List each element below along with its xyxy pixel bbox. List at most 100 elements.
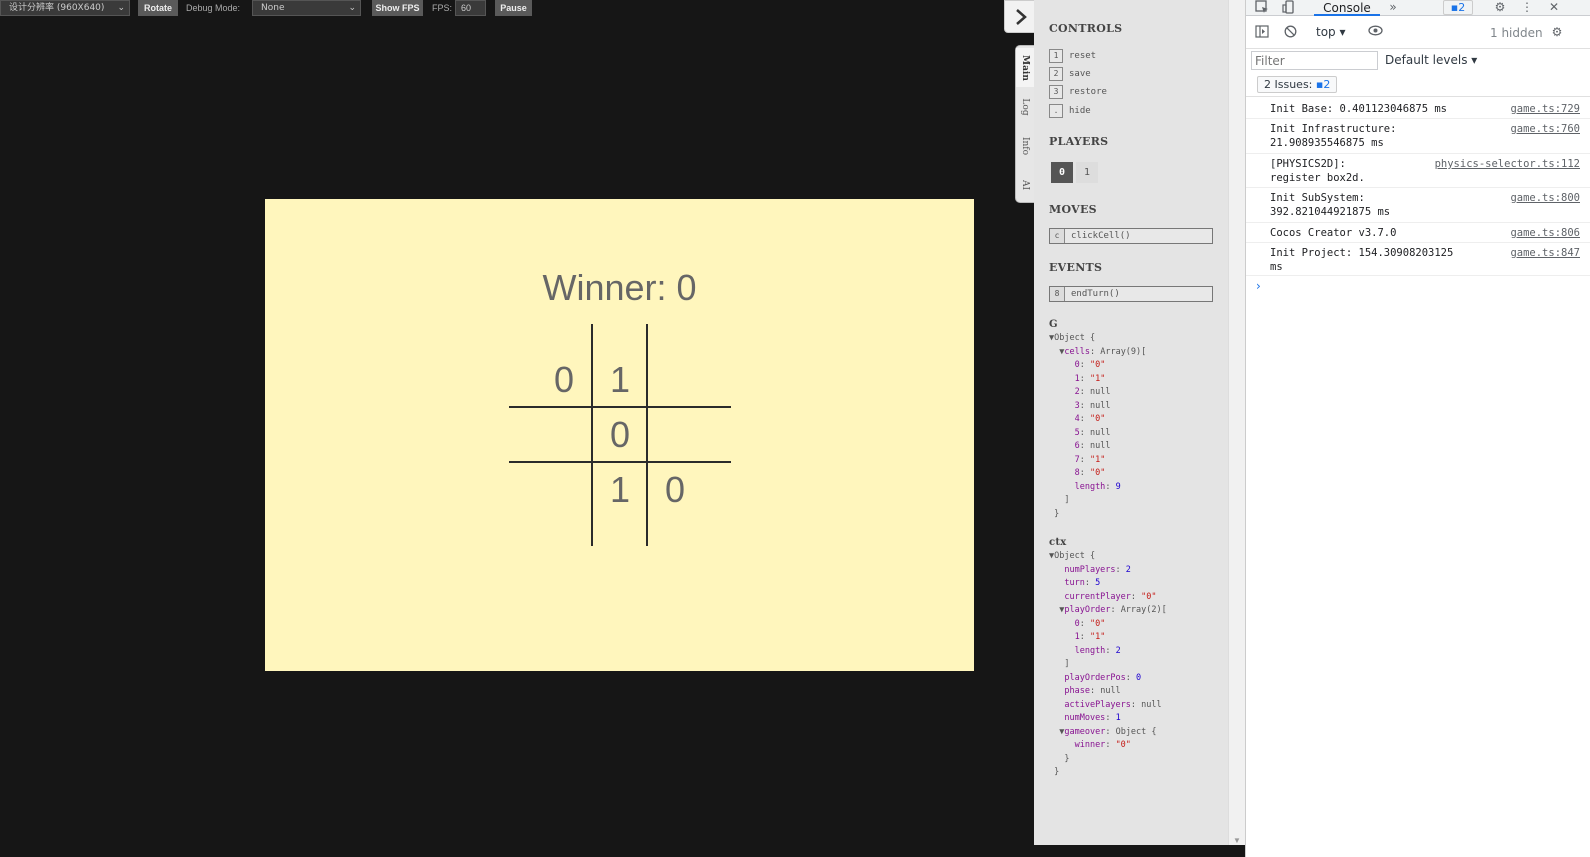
fps-label: FPS: bbox=[432, 3, 453, 13]
move-click-cell[interactable]: c clickCell() bbox=[1049, 228, 1213, 244]
key-badge: c bbox=[1050, 229, 1065, 243]
inspect-element-icon[interactable] bbox=[1251, 0, 1273, 16]
board-cell[interactable]: 1 bbox=[592, 352, 648, 408]
console-log-row: [PHYSICS2D]: register box2d. physics-sel… bbox=[1246, 154, 1590, 188]
game-canvas[interactable]: Winner: 0 0 1 0 1 0 bbox=[265, 199, 974, 671]
tab-log[interactable]: Log bbox=[1016, 87, 1034, 126]
log-message: Init SubSystem: 392.821044921875 ms bbox=[1270, 192, 1391, 218]
fps-input[interactable]: 60 bbox=[455, 0, 486, 16]
winner-text: Winner: 0 bbox=[542, 267, 697, 308]
game-view: 设计分辨率 (960X640) ⌄ Rotate Debug Mode: Non… bbox=[0, 0, 1034, 857]
issues-badge[interactable]: ▪2 bbox=[1443, 0, 1473, 15]
log-message: [PHYSICS2D]: register box2d. bbox=[1270, 158, 1365, 184]
key-badge: 8 bbox=[1050, 287, 1065, 301]
tab-console[interactable]: Console bbox=[1314, 0, 1380, 16]
clear-console-icon[interactable] bbox=[1279, 25, 1301, 41]
control-restore[interactable]: 3 restore bbox=[1049, 85, 1107, 100]
board-cell[interactable] bbox=[536, 407, 592, 463]
console-log-row: Init Base: 0.401123046875 ms game.ts:729 bbox=[1246, 99, 1590, 119]
more-options-icon[interactable]: ⋮ bbox=[1516, 0, 1538, 16]
board-cell[interactable] bbox=[647, 407, 703, 463]
event-name: endTurn() bbox=[1071, 289, 1120, 299]
rotate-button[interactable]: Rotate bbox=[138, 0, 178, 16]
dropdown-arrow-icon: ▾ bbox=[1339, 25, 1346, 39]
control-label: reset bbox=[1069, 51, 1097, 61]
issues-label: 2 Issues: bbox=[1264, 78, 1313, 91]
control-label: save bbox=[1069, 69, 1091, 79]
board-cell[interactable] bbox=[647, 352, 703, 408]
console-log-row: Init Infrastructure: 21.908935546875 ms … bbox=[1246, 119, 1590, 154]
control-save[interactable]: 2 save bbox=[1049, 67, 1091, 82]
console-prompt[interactable]: › bbox=[1256, 279, 1261, 293]
players-title: PLAYERS bbox=[1049, 135, 1109, 148]
event-end-turn[interactable]: 8 endTurn() bbox=[1049, 286, 1213, 302]
log-levels-select[interactable]: Default levels ▾ bbox=[1385, 53, 1477, 67]
control-label: hide bbox=[1069, 106, 1091, 116]
debug-panel-toggle-button[interactable] bbox=[1004, 0, 1037, 33]
player-0-button[interactable]: 0 bbox=[1051, 162, 1073, 183]
moves-title: MOVES bbox=[1049, 203, 1097, 216]
log-source-link[interactable]: game.ts:729 bbox=[1510, 102, 1580, 116]
board-cell[interactable]: 0 bbox=[647, 462, 703, 518]
control-label: restore bbox=[1069, 87, 1107, 97]
log-message: Cocos Creator v3.7.0 bbox=[1270, 227, 1397, 239]
log-message: Init Base: 0.401123046875 ms bbox=[1270, 103, 1448, 115]
context-select[interactable]: top ▾ bbox=[1316, 25, 1346, 39]
board-cell[interactable]: 0 bbox=[592, 407, 648, 463]
move-name: clickCell() bbox=[1071, 231, 1131, 241]
board-cell[interactable]: 0 bbox=[536, 352, 592, 408]
debug-mode-select[interactable]: None ⌄ bbox=[252, 0, 361, 16]
debug-side-tabs: Main Log Info AI bbox=[1015, 45, 1034, 203]
issues-badge-count: 2 bbox=[1458, 1, 1466, 14]
show-fps-button[interactable]: Show FPS bbox=[372, 0, 423, 16]
live-expression-eye-icon[interactable] bbox=[1364, 25, 1386, 41]
console-toolbar: top ▾ 1 hidden ⚙ bbox=[1246, 17, 1590, 49]
resolution-select[interactable]: 设计分辨率 (960X640) ⌄ bbox=[0, 0, 130, 16]
boardgame-debug-panel: CONTROLS 1 reset 2 save 3 restore . hide PLA… bbox=[1034, 0, 1228, 845]
tab-main[interactable]: Main bbox=[1016, 48, 1034, 87]
chevron-right-icon bbox=[1016, 9, 1027, 25]
control-hide[interactable]: . hide bbox=[1049, 104, 1091, 119]
log-source-link[interactable]: game.ts:760 bbox=[1510, 122, 1580, 136]
log-source-link[interactable]: game.ts:847 bbox=[1510, 246, 1580, 260]
tic-tac-toe-board: 0 1 0 1 0 bbox=[509, 324, 731, 546]
console-log-row: Cocos Creator v3.7.0 game.ts:806 bbox=[1246, 223, 1590, 243]
key-badge: 2 bbox=[1049, 67, 1063, 81]
console-settings-gear-icon[interactable]: ⚙ bbox=[1546, 25, 1568, 41]
scroll-down-icon[interactable]: ▼ bbox=[1233, 836, 1241, 845]
log-message: Init Infrastructure: 21.908935546875 ms bbox=[1270, 123, 1397, 149]
key-badge: . bbox=[1049, 104, 1063, 118]
key-badge: 1 bbox=[1049, 49, 1063, 63]
ctx-state-tree: ▼Object { numPlayers: 2 turn: 5 currentP… bbox=[1049, 551, 1167, 777]
g-title: G bbox=[1049, 319, 1058, 330]
board-cell[interactable]: 1 bbox=[592, 462, 648, 518]
player-1-button[interactable]: 1 bbox=[1076, 162, 1098, 183]
ctx-title: ctx bbox=[1049, 537, 1067, 548]
control-reset[interactable]: 1 reset bbox=[1049, 49, 1096, 64]
events-title: EVENTS bbox=[1049, 261, 1103, 274]
sidebar-toggle-icon[interactable] bbox=[1251, 25, 1273, 41]
debug-panel-scrollbar[interactable]: ▼ bbox=[1228, 0, 1245, 845]
debug-mode-label: Debug Mode: bbox=[186, 3, 241, 13]
log-source-link[interactable]: physics-selector.ts:112 bbox=[1435, 157, 1580, 171]
console-log-row: Init Project: 154.30908203125 ms game.ts… bbox=[1246, 243, 1590, 276]
devtools-tab-bar: Console » ▪2 ⚙ ⋮ ✕ bbox=[1246, 0, 1590, 16]
tab-info[interactable]: Info bbox=[1016, 126, 1034, 165]
log-levels-value: Default levels bbox=[1385, 53, 1468, 67]
close-icon[interactable]: ✕ bbox=[1543, 0, 1565, 16]
board-cell[interactable] bbox=[536, 462, 592, 518]
console-filter-bar: Default levels ▾ bbox=[1246, 49, 1590, 71]
hidden-count: 1 hidden bbox=[1490, 26, 1543, 40]
log-source-link[interactable]: game.ts:800 bbox=[1510, 191, 1580, 205]
issues-button[interactable]: 2 Issues: ▪2 bbox=[1257, 76, 1338, 93]
pause-button[interactable]: Pause bbox=[495, 0, 532, 16]
more-tabs-icon[interactable]: » bbox=[1382, 0, 1404, 16]
tab-ai[interactable]: AI bbox=[1016, 165, 1034, 204]
filter-input[interactable] bbox=[1251, 51, 1378, 70]
g-state-tree: ▼Object { ▼cells: Array(9)[ 0: "0" 1: "1… bbox=[1049, 333, 1147, 519]
settings-gear-icon[interactable]: ⚙ bbox=[1489, 0, 1511, 16]
key-badge: 3 bbox=[1049, 85, 1063, 99]
resolution-select-value: 设计分辨率 (960X640) bbox=[9, 3, 105, 13]
device-toolbar-icon[interactable] bbox=[1278, 0, 1300, 16]
log-source-link[interactable]: game.ts:806 bbox=[1510, 226, 1580, 240]
